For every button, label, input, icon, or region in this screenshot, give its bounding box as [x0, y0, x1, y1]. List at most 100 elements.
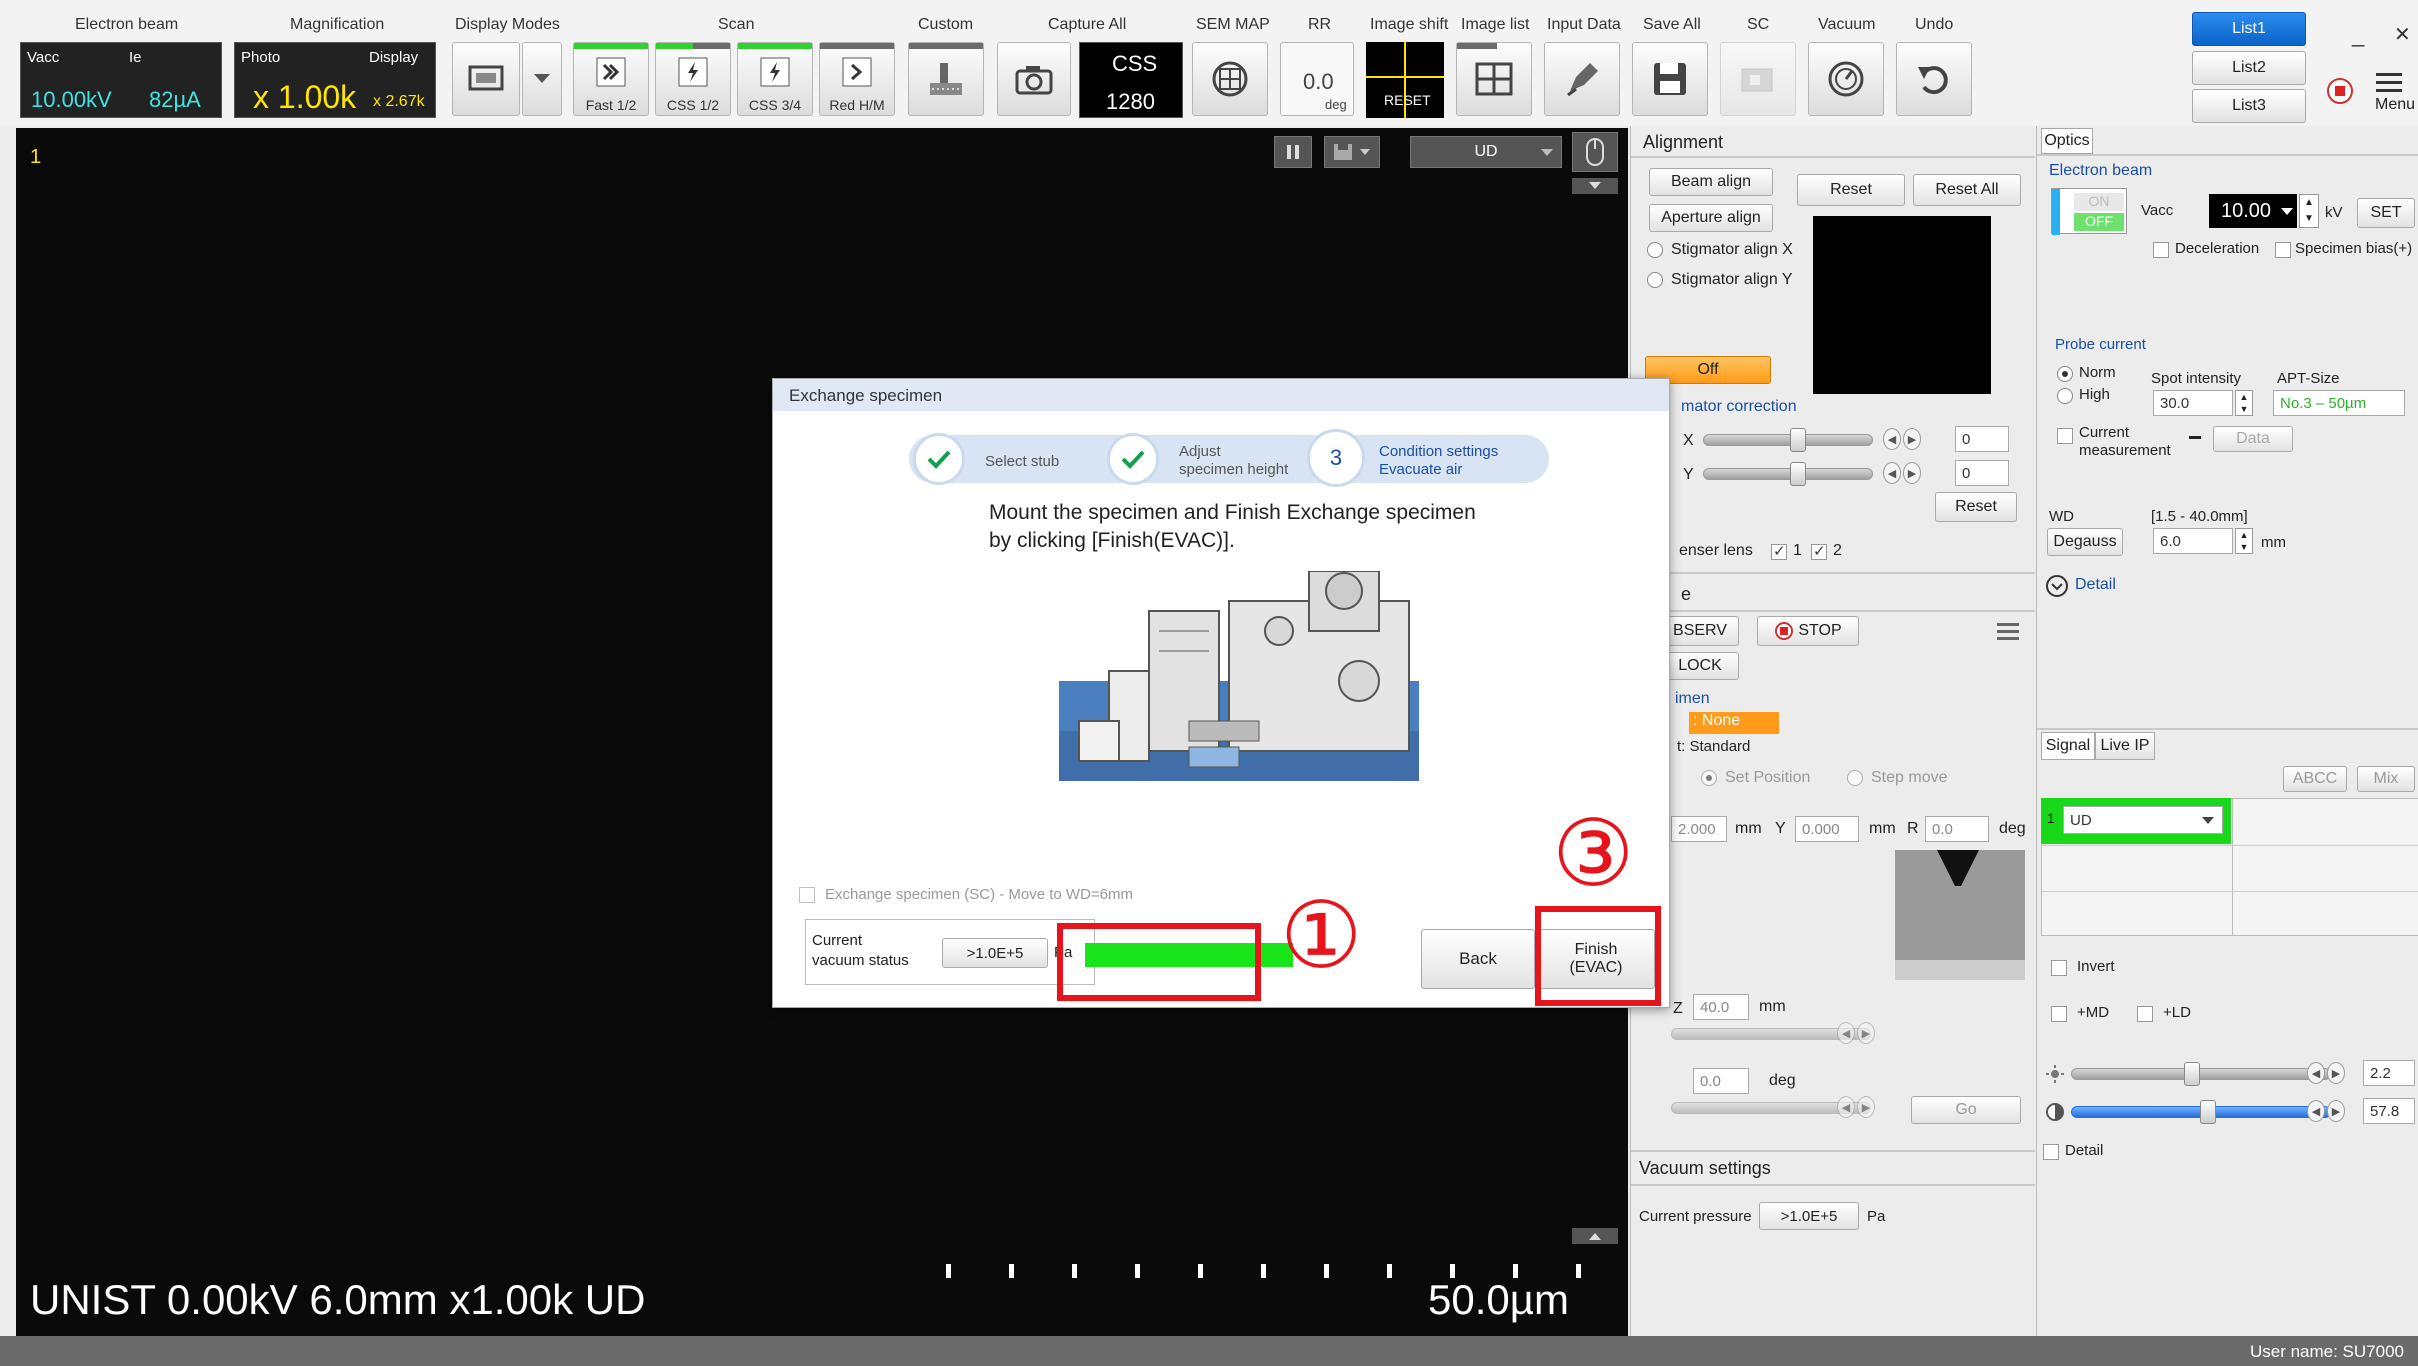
scan-css12-button[interactable]: CSS 1/2: [655, 42, 731, 116]
probe-high-radio[interactable]: [2057, 388, 2073, 404]
stig-reset-button[interactable]: Reset: [1935, 492, 2017, 522]
contrast-slider[interactable]: [2071, 1100, 2331, 1124]
vacuum-button[interactable]: [1808, 42, 1884, 116]
hamburger-icon[interactable]: [1995, 620, 2021, 642]
image-shift-pad[interactable]: RESET: [1366, 42, 1444, 118]
beam-align-button[interactable]: Beam align: [1649, 168, 1773, 196]
stig-x-input[interactable]: 0: [1955, 426, 2009, 452]
dialog-title-bar[interactable]: Exchange specimen: [773, 379, 1669, 411]
stig-x-arrows[interactable]: ◀ ▶: [1883, 428, 1921, 450]
alignment-reset-all-button[interactable]: Reset All: [1913, 174, 2021, 206]
vacc-spinner[interactable]: ▲ ▼: [2299, 194, 2319, 228]
apt-size-select[interactable]: No.3 – 50µm: [2273, 390, 2405, 416]
display-mode-dropdown[interactable]: [522, 42, 562, 116]
sem-map-button[interactable]: [1192, 42, 1268, 116]
sc-button[interactable]: [1720, 42, 1796, 116]
specimen-bias-checkbox[interactable]: [2275, 242, 2291, 258]
contrast-arrows[interactable]: ◀ ▶: [2307, 1100, 2345, 1122]
stage-x-input[interactable]: 2.000: [1671, 816, 1727, 842]
save-all-button[interactable]: [1632, 42, 1708, 116]
stage-t-arrows[interactable]: ◀ ▶: [1837, 1096, 1875, 1118]
vacc-set-button[interactable]: SET: [2357, 198, 2415, 228]
scan-css34-button[interactable]: CSS 3/4: [737, 42, 813, 116]
record-stop-icon[interactable]: [2325, 76, 2355, 106]
contrast-knob[interactable]: [2200, 1100, 2216, 1124]
mix-button[interactable]: Mix: [2357, 766, 2415, 792]
current-data-button[interactable]: Data: [2213, 426, 2293, 452]
input-data-button[interactable]: [1544, 42, 1620, 116]
magnification-readout[interactable]: Photo Display x 1.00k x 2.67k: [234, 42, 436, 118]
capture-button[interactable]: [997, 42, 1071, 116]
custom-button[interactable]: [908, 42, 984, 116]
alignment-reset-button[interactable]: Reset: [1797, 174, 1905, 206]
stig-y-arrows[interactable]: ◀ ▶: [1883, 462, 1921, 484]
display-mode-button[interactable]: [452, 42, 520, 116]
spot-intensity-select[interactable]: 30.0: [2153, 390, 2233, 416]
stage-view[interactable]: [1895, 850, 2025, 980]
stig-x-slider[interactable]: [1703, 428, 1873, 452]
tab-live-ip[interactable]: Live IP: [2095, 732, 2155, 760]
stig-y-slider[interactable]: [1703, 462, 1873, 486]
mouse-mode-button[interactable]: [1572, 132, 1618, 172]
undo-button[interactable]: [1896, 42, 1972, 116]
hamburger-icon[interactable]: [2374, 70, 2404, 94]
condenser-2-checkbox[interactable]: [1811, 542, 1827, 560]
stage-z-arrows[interactable]: ◀ ▶: [1837, 1022, 1875, 1044]
stage-y-input[interactable]: 0.000: [1795, 816, 1859, 842]
freeze-button[interactable]: [1274, 136, 1312, 168]
lock-button[interactable]: LOCK: [1661, 652, 1739, 680]
chevron-circle-icon[interactable]: [2045, 574, 2069, 598]
optics-detail-link[interactable]: Detail: [2075, 576, 2116, 594]
electron-beam-readout[interactable]: Vacc Ie 10.00kV 82µA: [20, 42, 222, 118]
viewer-save-button[interactable]: [1324, 136, 1380, 168]
scan-fast-button[interactable]: Fast 1/2: [573, 42, 649, 116]
ld-checkbox[interactable]: [2137, 1006, 2153, 1022]
rr-readout[interactable]: 0.0 deg: [1280, 42, 1354, 116]
deceleration-checkbox[interactable]: [2153, 242, 2169, 258]
stig-x-knob[interactable]: [1790, 428, 1806, 452]
viewer-scroll-down[interactable]: [1572, 178, 1618, 194]
signal-row-select[interactable]: UD: [2063, 806, 2223, 834]
signal-select[interactable]: UD: [1410, 136, 1562, 168]
stigmator-x-radio[interactable]: [1647, 242, 1663, 258]
signal-row-1[interactable]: 1 UD: [2041, 798, 2231, 844]
step-move-radio[interactable]: [1847, 770, 1863, 786]
exchange-sc-checkbox[interactable]: [799, 887, 815, 903]
wd-select[interactable]: 6.0: [2153, 528, 2233, 554]
spot-intensity-spinner[interactable]: ▲ ▼: [2235, 390, 2253, 416]
tab-optics[interactable]: Optics: [2041, 128, 2093, 154]
stage-go-button[interactable]: Go: [1911, 1096, 2021, 1124]
list2-button[interactable]: List2: [2192, 51, 2306, 85]
list3-button[interactable]: List3: [2192, 89, 2306, 123]
vacc-setting-select[interactable]: 10.00: [2209, 194, 2297, 228]
minimize-button[interactable]: _: [2352, 22, 2364, 48]
condenser-1-checkbox[interactable]: [1771, 542, 1787, 560]
stage-r-input[interactable]: 0.0: [1925, 816, 1989, 842]
degauss-button[interactable]: Degauss: [2047, 528, 2123, 556]
contrast-input[interactable]: 57.8: [2363, 1098, 2415, 1124]
brightness-input[interactable]: 2.2: [2363, 1060, 2415, 1086]
tab-signal[interactable]: Signal: [2041, 732, 2095, 760]
wd-spinner[interactable]: ▲ ▼: [2235, 528, 2253, 554]
stop-button[interactable]: STOP: [1757, 616, 1859, 646]
viewer-scroll-up[interactable]: [1572, 1228, 1618, 1244]
brightness-slider[interactable]: [2071, 1062, 2331, 1086]
brightness-knob[interactable]: [2184, 1062, 2200, 1086]
invert-checkbox[interactable]: [2051, 960, 2067, 976]
stig-y-knob[interactable]: [1790, 462, 1806, 486]
stage-t-input[interactable]: 0.0: [1693, 1068, 1749, 1094]
stig-y-input[interactable]: 0: [1955, 460, 2009, 486]
capture-css-readout[interactable]: CSS 1280: [1079, 42, 1183, 118]
image-shift-reset[interactable]: RESET: [1384, 92, 1431, 108]
signal-detail-checkbox[interactable]: [2043, 1144, 2059, 1160]
probe-norm-radio[interactable]: [2057, 366, 2073, 382]
observ-button[interactable]: BSERV: [1661, 616, 1739, 646]
stigmator-y-radio[interactable]: [1647, 272, 1663, 288]
stage-z-input[interactable]: 40.0: [1693, 994, 1749, 1020]
brightness-arrows[interactable]: ◀ ▶: [2307, 1062, 2345, 1084]
md-checkbox[interactable]: [2051, 1006, 2067, 1022]
current-measurement-checkbox[interactable]: [2057, 428, 2073, 444]
beam-on-off-toggle[interactable]: ON OFF: [2051, 188, 2127, 235]
menu-label[interactable]: Menu: [2375, 96, 2415, 114]
scan-red-button[interactable]: Red H/M: [819, 42, 895, 116]
